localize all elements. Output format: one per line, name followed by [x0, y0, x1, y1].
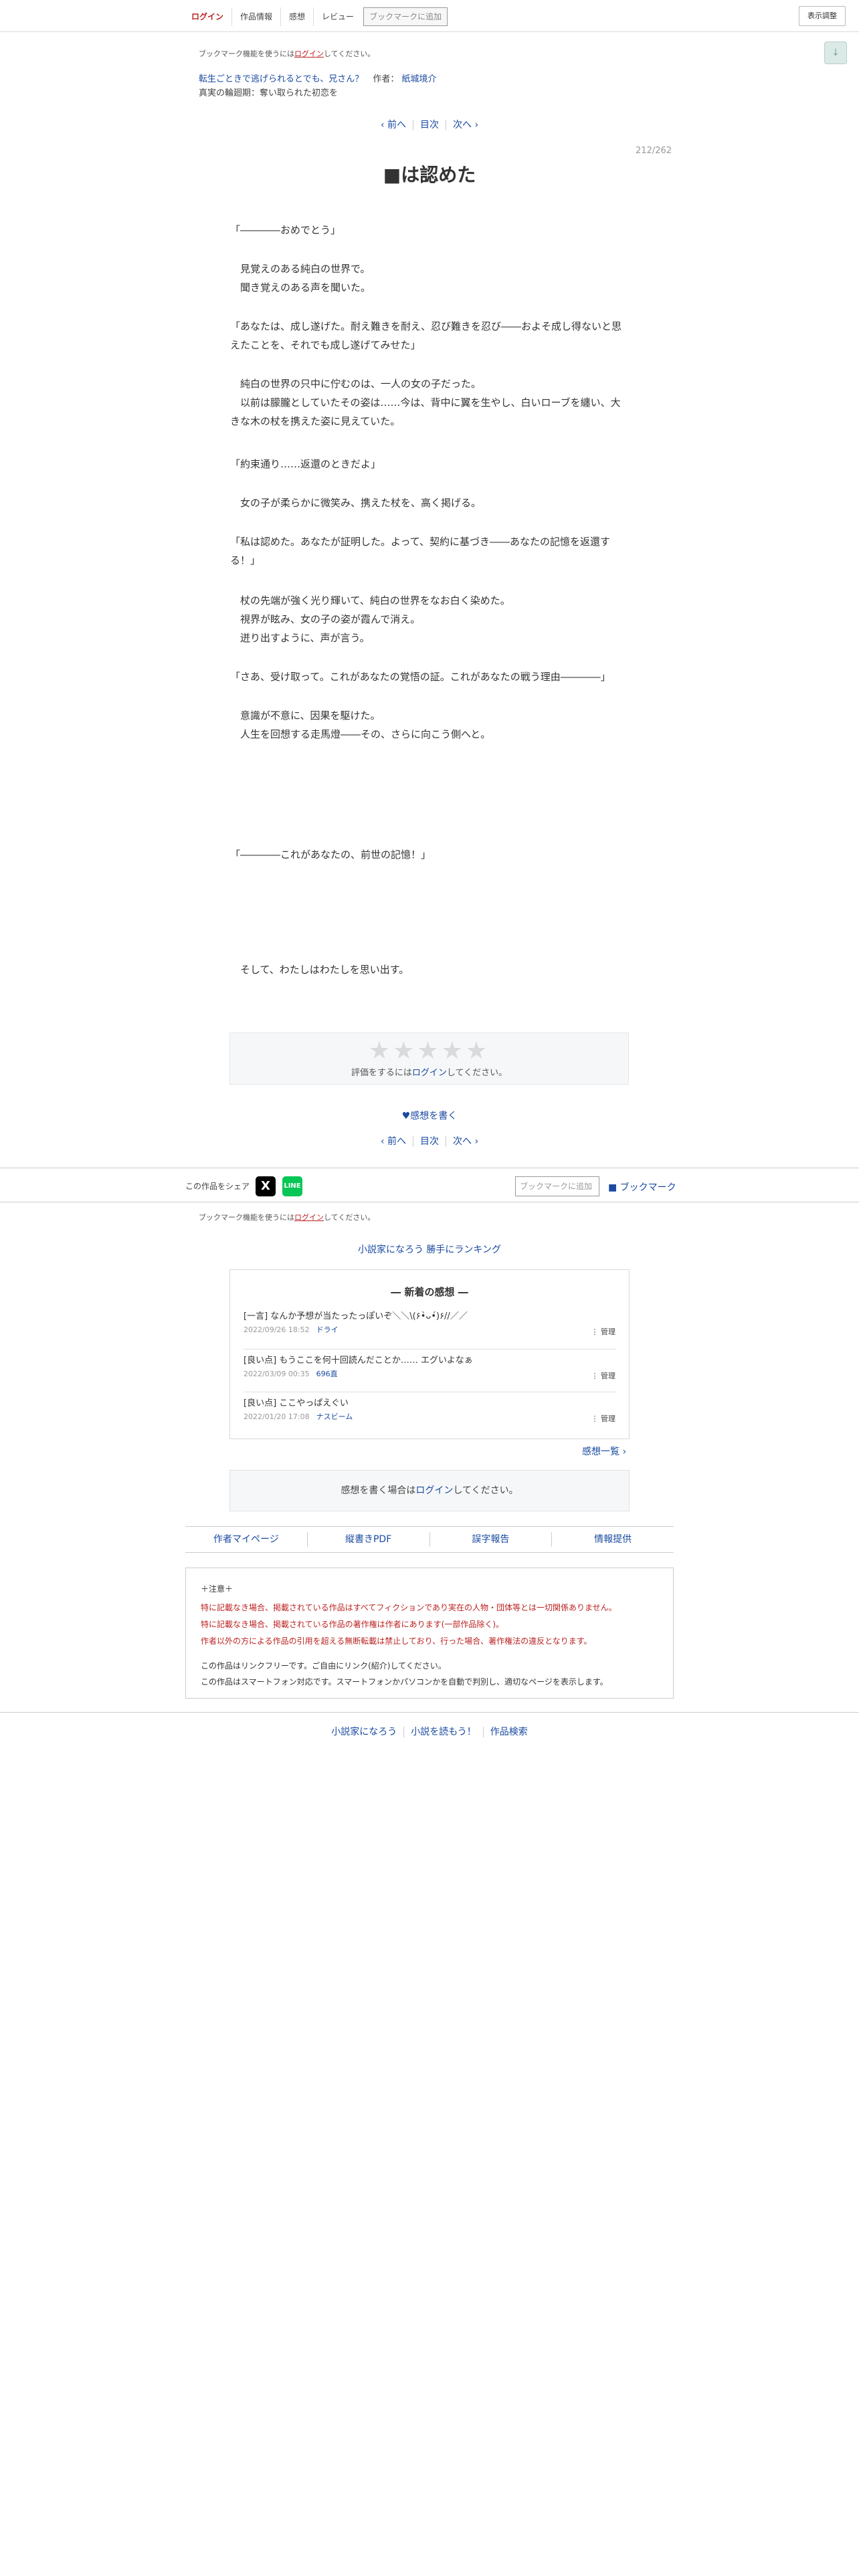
narou-home-link[interactable]: 小説家になろう	[331, 1727, 397, 1737]
impression-user-link[interactable]: 696直	[316, 1370, 338, 1378]
share-label: この作品をシェア	[185, 1182, 250, 1191]
paragraph: 純白の世界の只中に佇むのは、一人の女の子だった。 以前は朦朧としていたその姿は……	[230, 378, 621, 427]
x-share-icon[interactable]: X	[256, 1176, 276, 1196]
impression-item: [良い点] もうここを何十回読んだことか…… エグいよなぁ 2022/03/09…	[244, 1353, 616, 1381]
impression-date: 2022/03/09 00:35	[244, 1370, 310, 1378]
manage-menu-button[interactable]: ⋮ 管理	[591, 1326, 616, 1337]
impression-text: [良い点] ここやっぱえぐい	[244, 1398, 349, 1408]
vertical-pdf-link[interactable]: 縦書きPDF	[308, 1532, 430, 1547]
divider	[244, 1349, 615, 1350]
paragraph: そして、わたしはわたしを思い出す。	[230, 964, 409, 976]
impressions-link[interactable]: 感想	[281, 7, 314, 26]
paragraph: 「あなたは、成し遂げた。耐え難きを耐え、忍び難きを忍び――およそ成し得ないと思え…	[230, 320, 622, 351]
page-count: 212/262	[636, 146, 672, 156]
impression-text: [一言] なんか予想が当たったっぽいぞ＼＼\(۶•̀ᴗ•́)۶//／／	[244, 1311, 468, 1321]
display-settings-button[interactable]: 表示調整	[799, 6, 846, 26]
impression-date: 2022/09/26 18:52	[244, 1325, 310, 1334]
rating-login-link[interactable]: ログイン	[412, 1068, 447, 1078]
add-bookmark-button[interactable]: ブックマークに追加	[363, 7, 448, 26]
impression-item: [良い点] ここやっぱえぐい 2022/01/20 17:08 ナスビーム ⋮ 管…	[244, 1396, 616, 1424]
notice-warning: 作者以外の方による作品の引用を超える無断転載は禁止しており、行った場合、著作権法…	[201, 1636, 592, 1646]
paragraph: 「約束通り……返還のときだよ」	[230, 458, 381, 470]
info-report-link[interactable]: 情報提供	[552, 1532, 674, 1547]
novel-header: 転生ごときで逃げられるとでも、兄さん？ 作者： 紙城境介	[199, 72, 437, 84]
paragraph: 杖の先端が強く光り輝いて、純白の世界をなお白く染めた。 視界が眩み、女の子の姿が…	[240, 595, 510, 644]
author-link[interactable]: 紙城境介	[402, 74, 437, 84]
impression-text: [良い点] もうここを何十回読んだことか…… エグいよなぁ	[244, 1356, 473, 1366]
prev-link[interactable]: ‹ 前へ	[381, 1136, 406, 1147]
review-link[interactable]: レビュー	[314, 7, 362, 26]
impression-login-box: 感想を書く場合はログインしてください。	[229, 1470, 630, 1511]
paragraph: 「――――これがあなたの、前世の記憶！」	[230, 849, 432, 861]
prev-link[interactable]: ‹ 前へ	[381, 120, 406, 130]
manage-menu-button[interactable]: ⋮ 管理	[591, 1413, 616, 1424]
pager-top: ‹ 前へ 目次 次へ ›	[0, 118, 859, 131]
bookmark-note-login-link[interactable]: ログイン	[294, 49, 324, 58]
notice-box: ＋注意＋ 特に記載なき場合、掲載されている作品はすべてフィクションであり実在の人…	[185, 1568, 674, 1699]
novel-title-link[interactable]: 転生ごときで逃げられるとでも、兄さん？	[199, 74, 363, 84]
footer-links: 作者マイページ 縦書きPDF 誤字報告 情報提供	[185, 1526, 674, 1553]
chapter-body: 「――――おめでとう」	[230, 221, 629, 239]
bookmark-link[interactable]: ■ ブックマーク	[608, 1180, 676, 1194]
scroll-down-icon[interactable]: ↓	[824, 41, 847, 64]
author-mypage-link[interactable]: 作者マイページ	[185, 1532, 308, 1547]
manage-menu-button[interactable]: ⋮ 管理	[591, 1370, 616, 1381]
bookmark-login-note-2: ブックマーク機能を使うにはログインしてください。	[199, 1213, 375, 1222]
bookmark-login-note: ブックマーク機能を使うにはログインしてください。	[199, 49, 375, 58]
top-bar: ログイン 作品情報 感想 レビュー ブックマークに追加 表示調整	[0, 0, 859, 32]
next-link[interactable]: 次へ ›	[453, 120, 478, 130]
add-bookmark-button[interactable]: ブックマークに追加	[515, 1176, 599, 1196]
yomou-link[interactable]: 小説を読もう！	[411, 1727, 476, 1737]
chapter-title: ■は認めた	[383, 164, 476, 186]
write-impression-link[interactable]: ♥感想を書く	[0, 1109, 859, 1122]
impression-item: [一言] なんか予想が当たったっぽいぞ＼＼\(۶•̀ᴗ•́)۶//／／ 2022…	[244, 1309, 616, 1337]
share-bar: この作品をシェア X LINE ブックマークに追加 ■ ブックマーク	[0, 1168, 859, 1202]
pager-bottom: ‹ 前へ 目次 次へ ›	[0, 1134, 859, 1148]
paragraph: 見覚えのある純白の世界で。 聞き覚えのある声を聞いた。	[240, 263, 371, 294]
paragraph: 「――――おめでとう」	[230, 224, 341, 236]
impressions-list-link[interactable]: 感想一覧 ›	[582, 1444, 626, 1458]
paragraph: 「私は認めた。あなたが証明した。よって、契約に基づき――あなたの記憶を返還する！…	[230, 536, 611, 566]
notice-warning: 特に記載なき場合、掲載されている作品の著作権は作者にあります(一部作品除く)。	[201, 1620, 504, 1629]
novel-search-link[interactable]: 作品検索	[490, 1727, 528, 1737]
rating-box: ★★★★★ 評価をするにはログインしてください。	[229, 1033, 629, 1085]
rating-login-note: 評価をするにはログインしてください。	[351, 1068, 508, 1078]
paragraph: 意識が不意に、因果を駆けた。 人生を回想する走馬燈――その、さらに向こう側へと。	[240, 710, 491, 740]
impressions-title: ― 新着の感想 ―	[391, 1286, 468, 1298]
bookmark-note-login-link[interactable]: ログイン	[294, 1213, 324, 1222]
line-share-icon[interactable]: LINE	[282, 1176, 302, 1196]
notice-warning: 特に記載なき場合、掲載されている作品はすべてフィクションであり実在の人物・団体等…	[201, 1603, 617, 1612]
notice-heading: ＋注意＋	[201, 1584, 233, 1594]
top-nav: ログイン 作品情報 感想 レビュー ブックマークに追加	[185, 6, 448, 27]
paragraph: 女の子が柔らかに微笑み、携えた杖を、高く掲げる。	[230, 497, 482, 509]
typo-report-link[interactable]: 誤字報告	[430, 1532, 553, 1547]
site-footer: 小説家になろう 小説を読もう！ 作品検索	[0, 1712, 859, 1752]
novel-info-link[interactable]: 作品情報	[232, 7, 282, 26]
next-link[interactable]: 次へ ›	[453, 1136, 478, 1147]
login-link[interactable]: ログイン	[185, 7, 233, 26]
impression-user-link[interactable]: ナスビーム	[316, 1412, 353, 1421]
toc-link[interactable]: 目次	[420, 1136, 439, 1147]
paragraph: 「さあ、受け取って。これがあなたの覚悟の証。これがあなたの戦う理由――――」	[230, 671, 611, 683]
impression-user-link[interactable]: ドライ	[316, 1325, 339, 1334]
arc-title: 真実の輪廻期：奪い取られた初恋を	[199, 88, 339, 98]
rating-stars-icon[interactable]: ★★★★★	[230, 1039, 628, 1064]
toc-link[interactable]: 目次	[420, 120, 439, 130]
notice-info: この作品はスマートフォン対応です。スマートフォンかパソコンかを自動で判別し、適切…	[201, 1677, 608, 1687]
notice-info: この作品はリンクフリーです。ご自由にリンク(紹介)してください。	[201, 1661, 446, 1671]
ranking-link[interactable]: 小説家になろう 勝手にランキング	[0, 1243, 859, 1256]
author-label: 作者：	[373, 74, 399, 84]
impression-login-link[interactable]: ログイン	[415, 1485, 453, 1496]
impression-date: 2022/01/20 17:08	[244, 1412, 310, 1421]
new-impressions-box: ― 新着の感想 ― [一言] なんか予想が当たったっぽいぞ＼＼\(۶•̀ᴗ•́)…	[229, 1269, 630, 1439]
